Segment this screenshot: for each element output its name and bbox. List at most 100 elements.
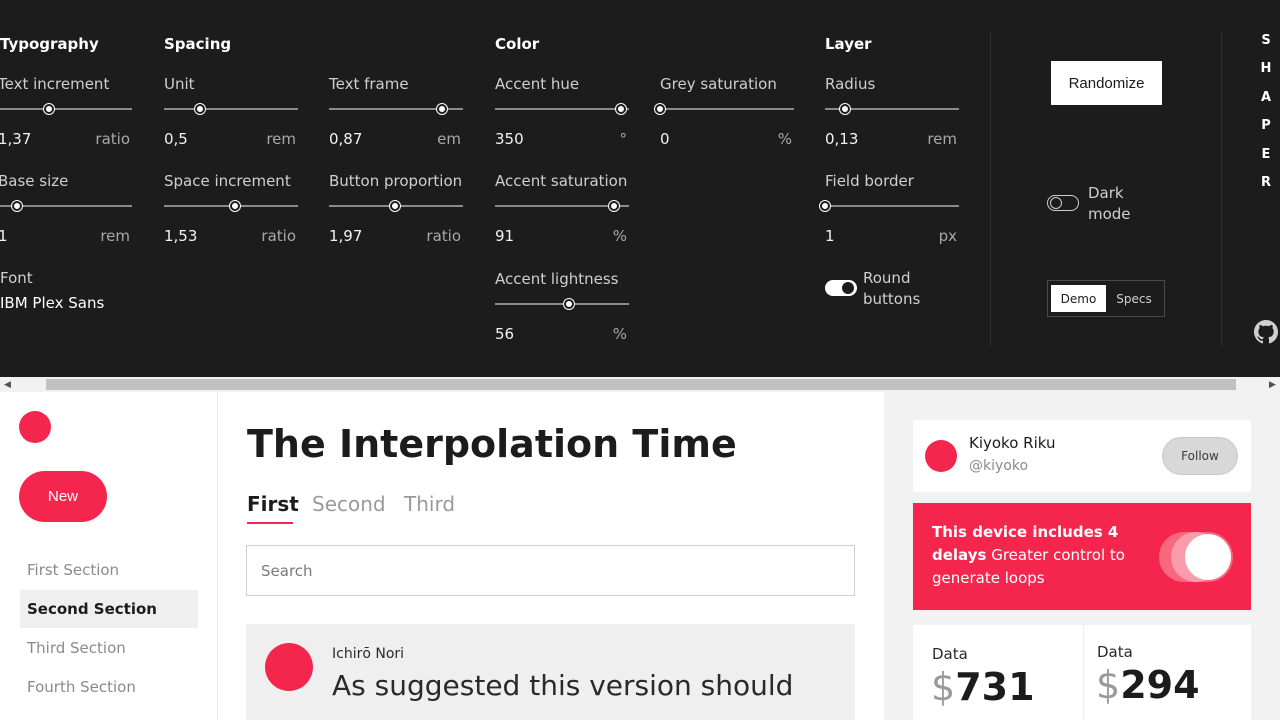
randomize-button[interactable]: Randomize	[1051, 61, 1162, 105]
scroll-right-icon[interactable]: ▶	[1265, 377, 1280, 392]
toggle-knob	[840, 280, 856, 296]
nav-item-second-section[interactable]: Second Section	[20, 590, 198, 628]
brand-letter: H	[1260, 61, 1272, 77]
slider-unit: rem	[266, 130, 296, 148]
follow-button[interactable]: Follow	[1162, 437, 1238, 475]
data-value: $731	[931, 665, 1035, 709]
slider-thumb[interactable]	[11, 201, 22, 211]
data-card: Data $731	[913, 625, 1083, 720]
slider-track[interactable]	[329, 201, 463, 211]
post-card: Ichirō Nori As suggested this version sh…	[246, 624, 855, 720]
slider-value: 56	[495, 325, 515, 343]
post-text: As suggested this version should	[332, 669, 794, 702]
scrollbar-thumb[interactable]	[46, 379, 1236, 390]
slider-thumb[interactable]	[389, 201, 400, 211]
toggle-knob	[1185, 534, 1231, 580]
tab-second[interactable]: Second	[312, 492, 386, 516]
dark-mode-label-line1: Dark	[1088, 184, 1124, 202]
slider-track[interactable]	[0, 104, 132, 114]
data-value: $294	[1096, 663, 1200, 707]
nav-item-first-section[interactable]: First Section	[20, 551, 198, 589]
slider-thumb[interactable]	[436, 104, 447, 114]
demo-logo[interactable]	[19, 411, 51, 443]
slider-unit: %	[612, 325, 627, 343]
brand-letter: S	[1261, 33, 1271, 48]
slider-label: Space increment	[164, 172, 291, 190]
slider-text-increment: Text increment 1,37 ratio	[0, 75, 132, 150]
demo-main: The Interpolation Time First Second Thir…	[219, 392, 883, 720]
slider-thumb[interactable]	[195, 104, 206, 114]
new-button[interactable]: New	[19, 471, 107, 522]
slider-track[interactable]	[655, 104, 794, 114]
slider-unit: ratio	[426, 227, 461, 245]
slider-track[interactable]	[0, 201, 132, 211]
tab-first[interactable]: First	[247, 492, 299, 516]
brand-letter: P	[1261, 118, 1271, 134]
horizontal-scrollbar[interactable]: ◀ ▶	[0, 377, 1280, 392]
slider-space-increment: Space increment 1,53 ratio	[164, 172, 298, 247]
slider-value: 1,37	[0, 130, 32, 148]
slider-label: Button proportion	[329, 172, 463, 190]
slider-label: Grey saturation	[660, 75, 777, 93]
slider-value: 350	[495, 130, 524, 148]
slider-value: 0,87	[329, 130, 363, 148]
round-buttons-label-line1: Round	[863, 269, 911, 287]
slider-value: 1,97	[329, 227, 363, 245]
promo-toggle[interactable]	[1159, 532, 1233, 582]
slider-track[interactable]	[495, 201, 629, 211]
slider-track[interactable]	[820, 201, 959, 211]
active-tab-indicator	[247, 522, 293, 524]
data-label: Data	[1097, 643, 1133, 661]
slider-thumb[interactable]	[230, 201, 241, 211]
slider-track[interactable]	[825, 104, 959, 114]
slider-thumb[interactable]	[615, 104, 626, 114]
round-buttons-label: Round buttons	[863, 268, 920, 310]
data-number: 294	[1120, 663, 1200, 707]
page-title: The Interpolation Time	[247, 422, 737, 466]
slider-thumb[interactable]	[609, 201, 620, 211]
profile-card: Kiyoko Riku @kiyoko Follow	[913, 420, 1251, 492]
scroll-left-icon[interactable]: ◀	[0, 377, 15, 392]
slider-thumb[interactable]	[563, 299, 574, 309]
slider-unit: ratio	[261, 227, 296, 245]
search-input[interactable]	[246, 545, 855, 596]
github-icon[interactable]	[1254, 320, 1278, 344]
slider-unit: %	[612, 227, 627, 245]
slider-unit: rem	[927, 130, 957, 148]
slider-text-frame: Text frame 0,87 em	[329, 75, 463, 150]
slider-value: 0,13	[825, 130, 859, 148]
slider-thumb[interactable]	[840, 104, 851, 114]
avatar[interactable]	[925, 440, 957, 472]
tab-third[interactable]: Third	[404, 492, 455, 516]
slider-track[interactable]	[164, 104, 298, 114]
brand-logo[interactable]: S H A P E R	[1258, 33, 1274, 203]
view-option-specs[interactable]: Specs	[1108, 285, 1160, 312]
profile-handle: @kiyoko	[969, 458, 1029, 474]
brand-letter: A	[1260, 89, 1272, 105]
font-label: Font	[0, 269, 33, 287]
post-author: Ichirō Nori	[332, 646, 405, 662]
round-buttons-toggle[interactable]	[825, 280, 857, 296]
slider-unit: rem	[100, 227, 130, 245]
dark-mode-toggle[interactable]	[1047, 195, 1079, 211]
data-label: Data	[932, 645, 968, 663]
font-select[interactable]: IBM Plex Sans	[0, 294, 104, 312]
slider-thumb[interactable]	[43, 104, 54, 114]
view-switch: Demo Specs	[1047, 280, 1165, 317]
slider-track[interactable]	[495, 104, 629, 114]
slider-track[interactable]	[329, 104, 463, 114]
slider-value: 0	[660, 130, 670, 148]
slider-value: 1	[0, 227, 8, 245]
slider-thumb[interactable]	[655, 104, 665, 114]
slider-thumb[interactable]	[820, 201, 830, 211]
nav-item-fourth-section[interactable]: Fourth Section	[20, 668, 198, 706]
slider-field-border: Field border 1 px	[820, 172, 959, 247]
slider-track[interactable]	[495, 299, 629, 309]
control-panel: Typography Spacing Color Layer Text incr…	[0, 0, 1280, 377]
slider-value: 1	[825, 227, 835, 245]
nav-item-third-section[interactable]: Third Section	[20, 629, 198, 667]
view-option-demo[interactable]: Demo	[1051, 285, 1106, 312]
dark-mode-label-line2: mode	[1088, 205, 1131, 223]
avatar[interactable]	[265, 643, 313, 691]
slider-track[interactable]	[164, 201, 298, 211]
